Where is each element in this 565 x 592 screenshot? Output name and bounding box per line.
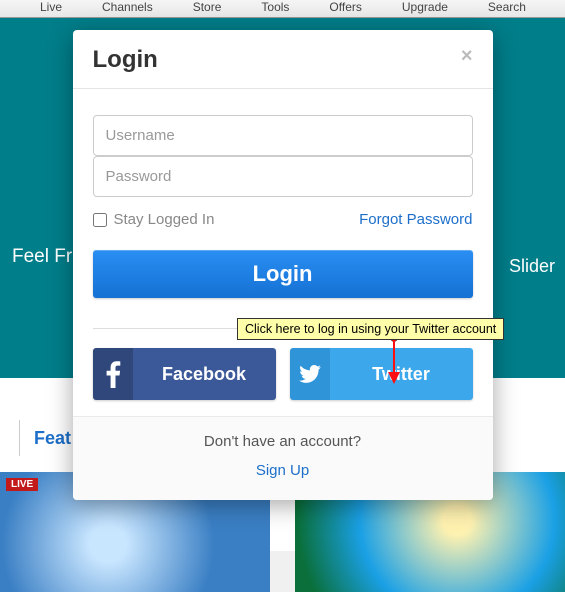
modal-body: Stay Logged In Forgot Password Login OR … <box>73 89 493 416</box>
modal-footer: Don't have an account? Sign Up <box>73 416 493 500</box>
forgot-password-link[interactable]: Forgot Password <box>359 211 472 228</box>
stay-logged-in[interactable]: Stay Logged In <box>93 211 215 228</box>
close-icon[interactable]: × <box>461 46 473 66</box>
login-button[interactable]: Login <box>93 250 473 298</box>
stay-logged-in-checkbox[interactable] <box>93 213 107 227</box>
twitter-login-button[interactable]: Twitter <box>290 348 473 400</box>
stay-logged-in-label: Stay Logged In <box>114 211 215 228</box>
twitter-icon <box>290 348 330 400</box>
username-input[interactable] <box>93 115 473 156</box>
modal-overlay: Login × Stay Logged In Forgot Password L… <box>0 0 565 551</box>
login-modal: Login × Stay Logged In Forgot Password L… <box>73 30 493 500</box>
password-input[interactable] <box>93 156 473 197</box>
facebook-login-button[interactable]: Facebook <box>93 348 276 400</box>
facebook-label: Facebook <box>133 348 276 400</box>
no-account-text: Don't have an account? <box>93 433 473 450</box>
modal-header: Login × <box>73 30 493 89</box>
sign-up-link[interactable]: Sign Up <box>256 462 309 479</box>
annotation-tooltip: Click here to log in using your Twitter … <box>237 318 504 340</box>
modal-title: Login <box>93 46 158 74</box>
facebook-icon <box>93 348 133 400</box>
